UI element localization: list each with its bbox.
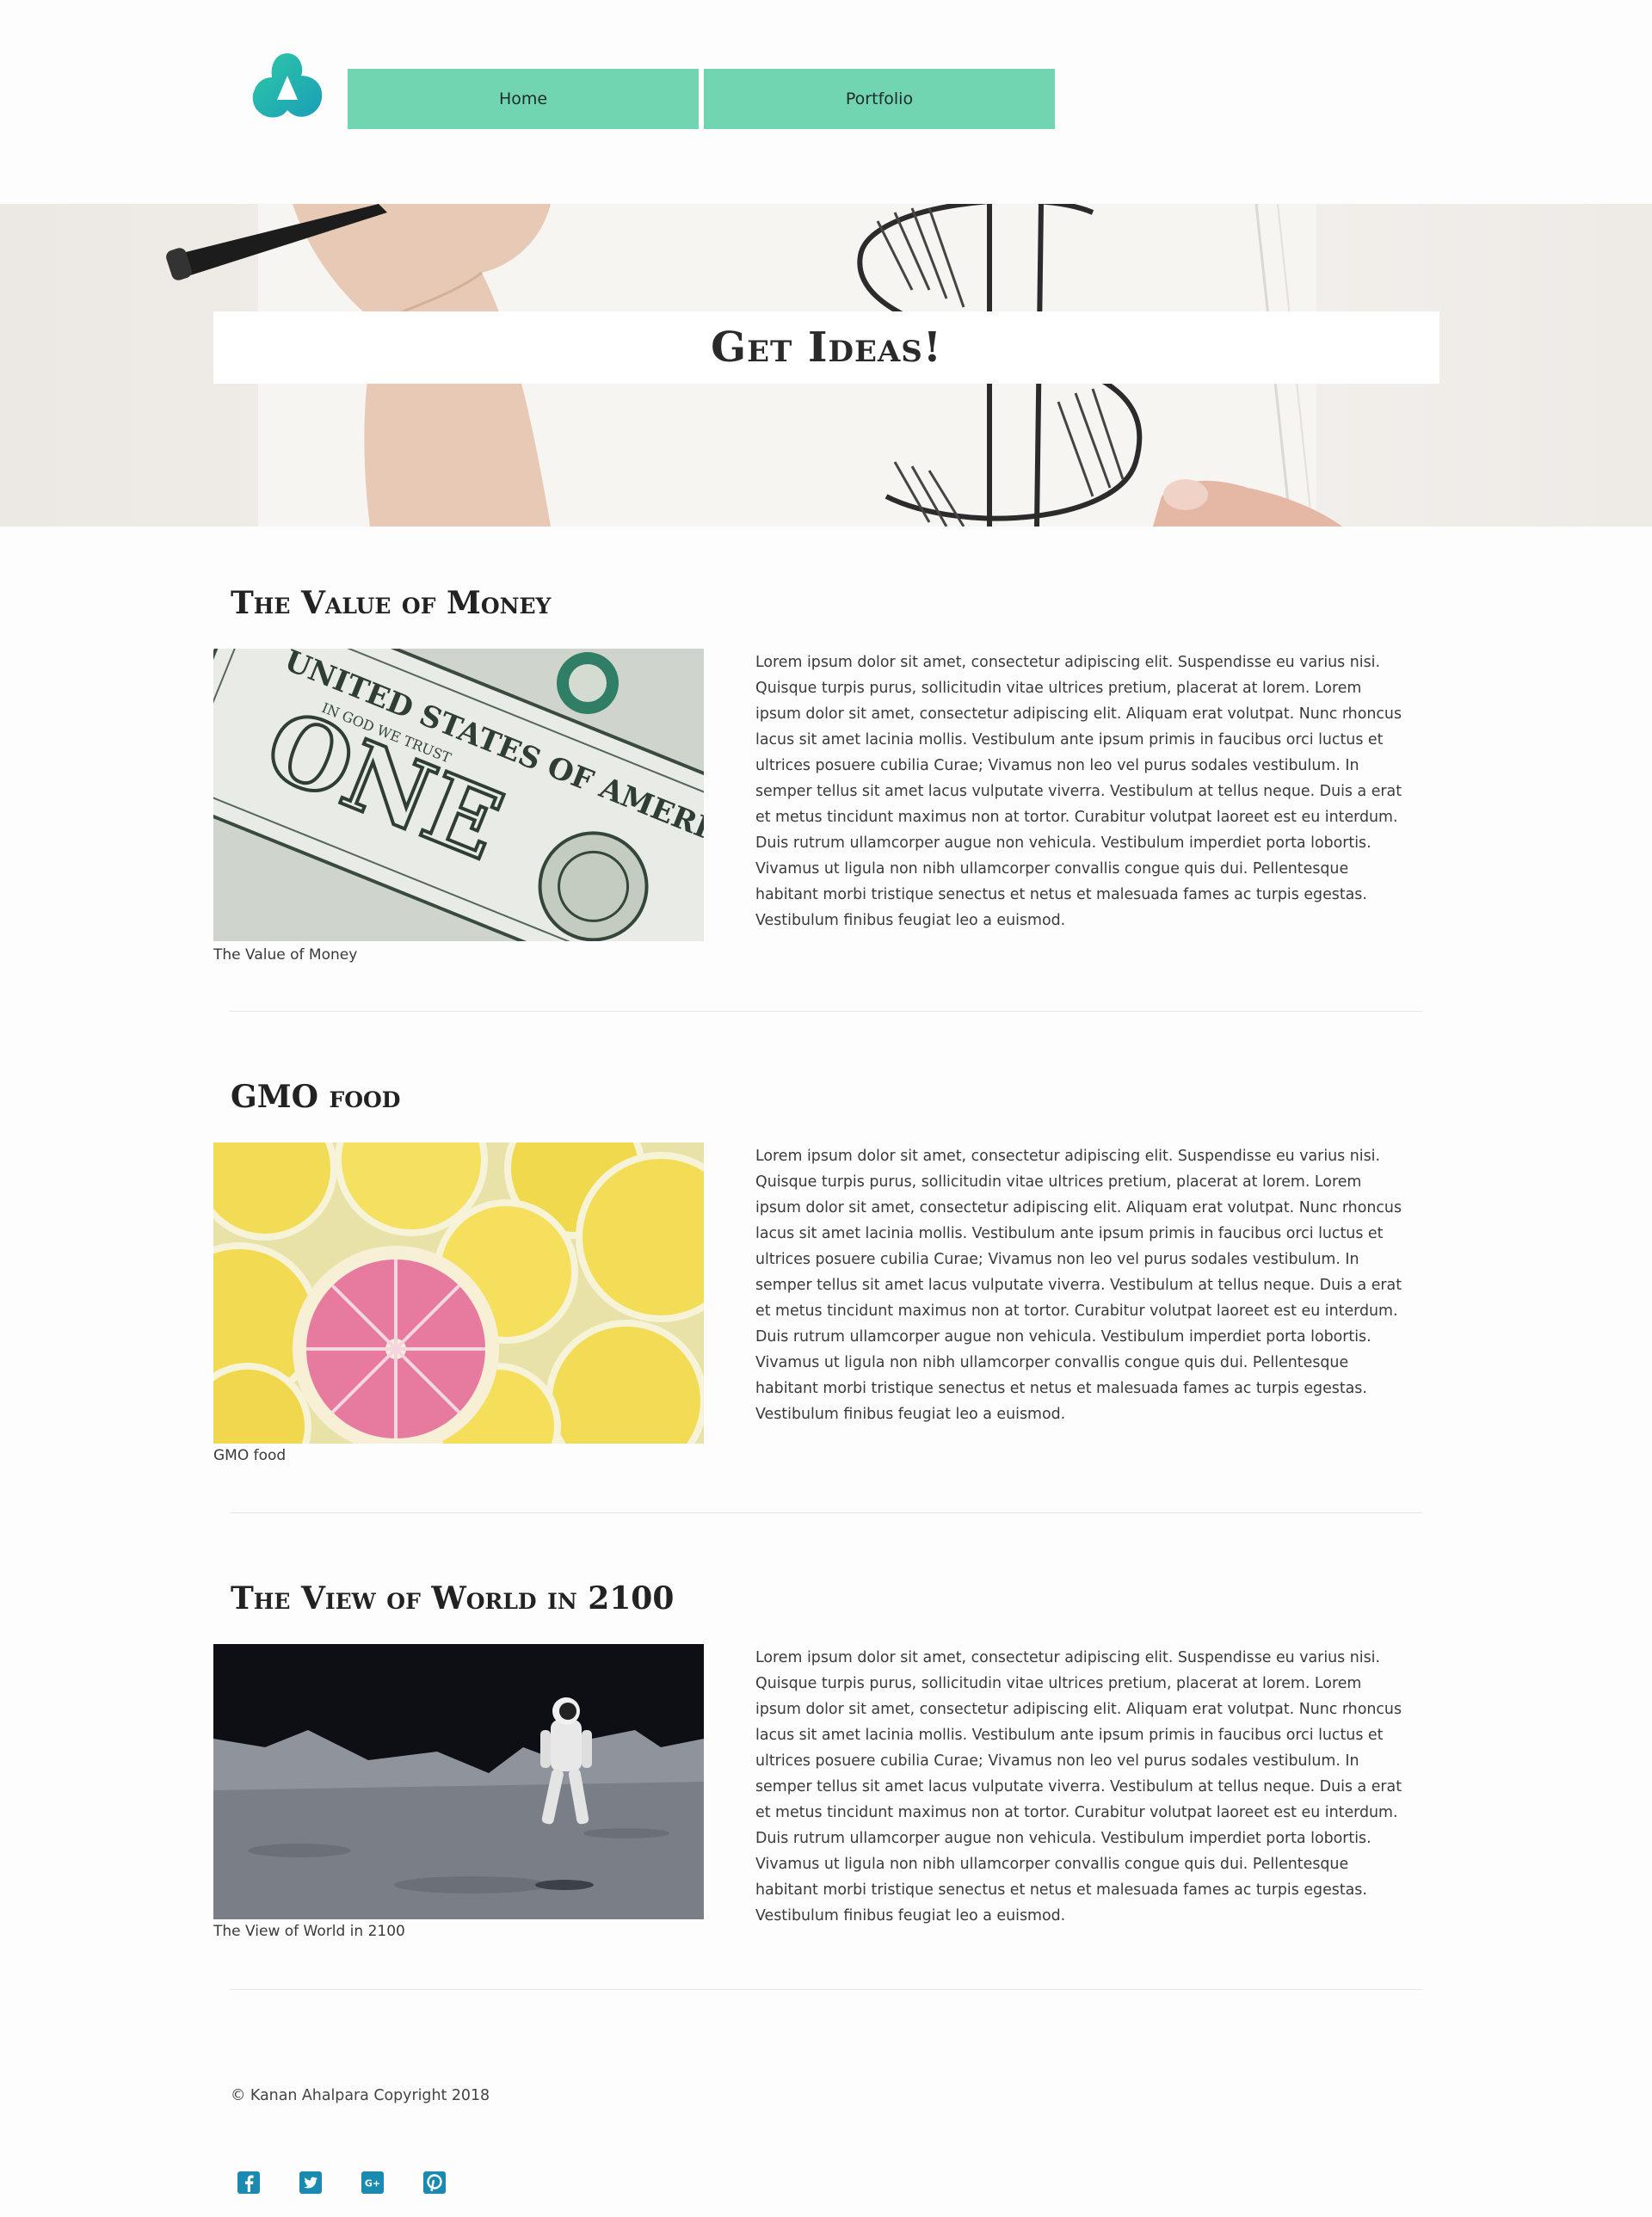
image-caption: The Value of Money [213, 946, 358, 964]
article-title: The Value of Money [231, 585, 552, 621]
article-body: Lorem ipsum dolor sit amet, consectetur … [755, 1148, 1402, 1423]
section-divider [230, 1011, 1422, 1012]
droplet-trefoil-logo-icon[interactable] [250, 50, 325, 122]
article-body: Lorem ipsum dolor sit amet, consectetur … [755, 654, 1402, 929]
google-plus-icon[interactable]: G+ [360, 2170, 385, 2195]
hero-banner: Get Ideas! [0, 204, 1652, 527]
image-caption: The View of World in 2100 [213, 1923, 405, 1940]
site-header: Home Portfolio [0, 0, 1652, 204]
nav-portfolio-button[interactable]: Portfolio [704, 69, 1055, 129]
nav-home-button[interactable]: Home [348, 69, 699, 129]
svg-text:G+: G+ [365, 2178, 380, 2189]
twitter-icon[interactable] [298, 2170, 324, 2195]
main-nav: Home Portfolio [348, 69, 1055, 129]
article-title: GMO food [231, 1079, 401, 1115]
image-caption: GMO food [213, 1447, 287, 1464]
dollar-bill-photo: UNITED STATES OF AMERICA ONE IN GOD WE T… [213, 649, 704, 941]
pinterest-icon[interactable] [422, 2170, 447, 2195]
article-title: The View of World in 2100 [231, 1580, 675, 1617]
hero-title-box: Get Ideas! [213, 311, 1439, 384]
lemon-slices-photo [213, 1142, 704, 1444]
astronaut-moon-photo [213, 1644, 704, 1919]
section-divider [230, 1512, 1422, 1513]
section-divider [230, 1989, 1422, 1990]
article-body: Lorem ipsum dolor sit amet, consectetur … [755, 1649, 1402, 1924]
facebook-icon[interactable] [236, 2170, 262, 2195]
copyright-text: © Kanan Ahalpara Copyright 2018 [231, 2087, 490, 2104]
hero-title: Get Ideas! [711, 323, 942, 372]
